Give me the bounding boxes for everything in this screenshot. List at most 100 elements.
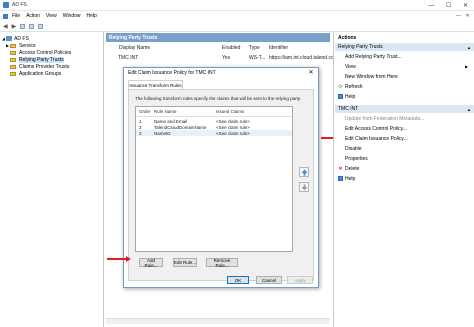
remove-rule-button[interactable]: Remove Rule... (206, 258, 238, 268)
inner-close-button[interactable]: ✕ (463, 13, 472, 19)
maximize-button[interactable]: ☐ (440, 0, 457, 11)
show-hide-tree-icon[interactable] (20, 23, 26, 29)
close-button[interactable]: ✕ (457, 0, 474, 11)
actions-section-tmc-int[interactable]: TMC INT ▲ (335, 105, 474, 113)
ok-button[interactable]: OK (227, 276, 249, 284)
tree-item-claims-provider-trusts[interactable]: Claims Provider Trusts (10, 63, 69, 70)
inner-minimize-button[interactable]: — (454, 13, 463, 19)
action-edit-access-control-policy[interactable]: Edit Access Control Policy... (345, 126, 407, 132)
edit-claim-issuance-policy-dialog: Edit Claim Issuance Policy for TMC INT ✕… (123, 67, 319, 288)
folder-icon (10, 64, 16, 69)
action-refresh[interactable]: Refresh (345, 84, 363, 90)
mmc-system-menu-icon[interactable] (3, 13, 8, 19)
table-row[interactable]: TMC INT Yes WS-T... https://iam.int.clou… (106, 53, 339, 61)
action-edit-claim-issuance-policy[interactable]: Edit Claim Issuance Policy... (345, 136, 408, 142)
rule-name: TalendCloudDomainName (154, 124, 207, 130)
expand-caret-icon[interactable]: ▶ (6, 43, 9, 48)
rule-claims: <See claim rule> (216, 118, 250, 124)
dialog-tab-panel: The following transform rules specify th… (128, 89, 314, 281)
menu-help[interactable]: Help (87, 13, 97, 19)
add-icon (338, 54, 343, 59)
folder-icon (10, 43, 17, 48)
add-rule-button[interactable]: Add Rule... (139, 258, 163, 268)
tree-item-application-groups[interactable]: Application Groups (10, 70, 61, 77)
move-down-button[interactable] (299, 182, 309, 192)
tree-item-service[interactable]: ▶ Service (6, 42, 36, 49)
cell-display-name: TMC INT (118, 55, 139, 61)
title-bar: AD FS — ☐ ✕ (0, 0, 474, 11)
rule-row-selected[interactable]: 3 NameID <See claim rule> (136, 130, 292, 136)
folder-icon (10, 50, 16, 55)
edit-rule-button[interactable]: Edit Rule... (173, 258, 197, 267)
adfs-icon (6, 36, 13, 41)
toolbar: ◀ ▶ (0, 21, 474, 32)
column-type[interactable]: Type (249, 45, 260, 52)
folder-icon (10, 57, 16, 62)
forward-icon[interactable]: ▶ (12, 23, 17, 30)
window-title: AD FS (12, 2, 27, 8)
tree-item-relying-party-trusts[interactable]: Relying Party Trusts (10, 56, 64, 63)
properties-icon[interactable] (29, 23, 35, 29)
actions-section-relying-party-trusts[interactable]: Relying Party Trusts ▲ (335, 43, 474, 51)
collapse-caret-icon[interactable]: ◢ (2, 36, 5, 41)
collapse-caret-icon[interactable]: ▲ (467, 107, 471, 112)
cancel-button[interactable]: Cancel (256, 276, 282, 284)
move-up-button[interactable] (299, 167, 309, 177)
menu-file[interactable]: File (12, 13, 20, 19)
rule-name: Name and Email (154, 118, 188, 124)
refresh-icon: ⟳ (338, 83, 343, 90)
rule-claims: <See claim rule> (216, 124, 250, 130)
cell-type: WS-T... (249, 55, 266, 61)
minimize-button[interactable]: — (423, 0, 440, 11)
adfs-app-icon (3, 2, 9, 8)
actions-header: Actions (338, 35, 357, 41)
column-display-name[interactable]: Display Name (119, 45, 150, 52)
action-view[interactable]: View (345, 64, 356, 70)
arrow-up-icon (301, 169, 307, 175)
cell-identifier: https://iam.int.cloud.talend.com/ (269, 55, 340, 61)
dialog-description: The following transform rules specify th… (135, 96, 301, 101)
menu-bar: File Action View Window Help — ✕ (0, 11, 474, 21)
column-rule-name[interactable]: Rule Name (154, 109, 177, 114)
menu-window[interactable]: Window (63, 13, 81, 19)
rule-name: NameID (154, 130, 171, 136)
delete-icon: ✕ (338, 165, 343, 172)
section-title: TMC INT (338, 106, 359, 112)
menu-view[interactable]: View (46, 13, 57, 19)
submenu-arrow-icon: ▶ (465, 64, 469, 69)
tree-root-adfs[interactable]: ◢ AD FS (2, 35, 29, 42)
action-properties[interactable]: Properties (345, 156, 368, 162)
collapse-caret-icon[interactable]: ▲ (467, 45, 471, 50)
rule-order: 1 (139, 118, 142, 124)
header-divider (136, 116, 292, 117)
menu-action[interactable]: Action (26, 13, 40, 19)
action-add-relying-party-trust[interactable]: Add Relying Party Trust... (345, 54, 402, 60)
dialog-title: Edit Claim Issuance Policy for TMC INT (128, 70, 216, 76)
column-enabled[interactable]: Enabled (222, 45, 240, 52)
help-icon[interactable] (38, 23, 44, 29)
arrow-down-icon (301, 184, 307, 190)
folder-icon (10, 71, 16, 76)
horizontal-scrollbar[interactable] (106, 318, 330, 324)
action-delete[interactable]: Delete (345, 166, 359, 172)
dialog-close-button[interactable]: ✕ (306, 68, 316, 78)
action-help-tmc-int[interactable]: Help (345, 176, 355, 182)
column-order[interactable]: Order (139, 109, 151, 114)
back-icon[interactable]: ◀ (3, 23, 8, 30)
action-new-window[interactable]: New Window from Here (345, 74, 398, 80)
action-disable[interactable]: Disable (345, 146, 362, 152)
column-identifier[interactable]: Identifier (269, 45, 288, 52)
section-title: Relying Party Trusts (338, 44, 383, 50)
middle-pane-header: Relying Party Trusts (106, 33, 330, 42)
apply-button[interactable]: Apply (287, 276, 313, 284)
column-issued-claims[interactable]: Issued Claims (216, 109, 244, 114)
tab-issuance-transform-rules[interactable]: Issuance Transform Rules (128, 80, 183, 89)
rule-order: 2 (139, 124, 142, 130)
rules-list[interactable]: Order Rule Name Issued Claims 1 Name and… (135, 106, 293, 252)
action-help[interactable]: Help (345, 94, 355, 100)
rule-order: 3 (139, 130, 142, 136)
actions-pane: Actions Relying Party Trusts ▲ Add Relyi… (333, 32, 474, 327)
tree-item-access-control-policies[interactable]: Access Control Policies (10, 49, 71, 56)
action-update-from-federation-metadata[interactable]: Update from Federation Metadata... (345, 116, 424, 122)
cell-enabled: Yes (222, 55, 231, 61)
